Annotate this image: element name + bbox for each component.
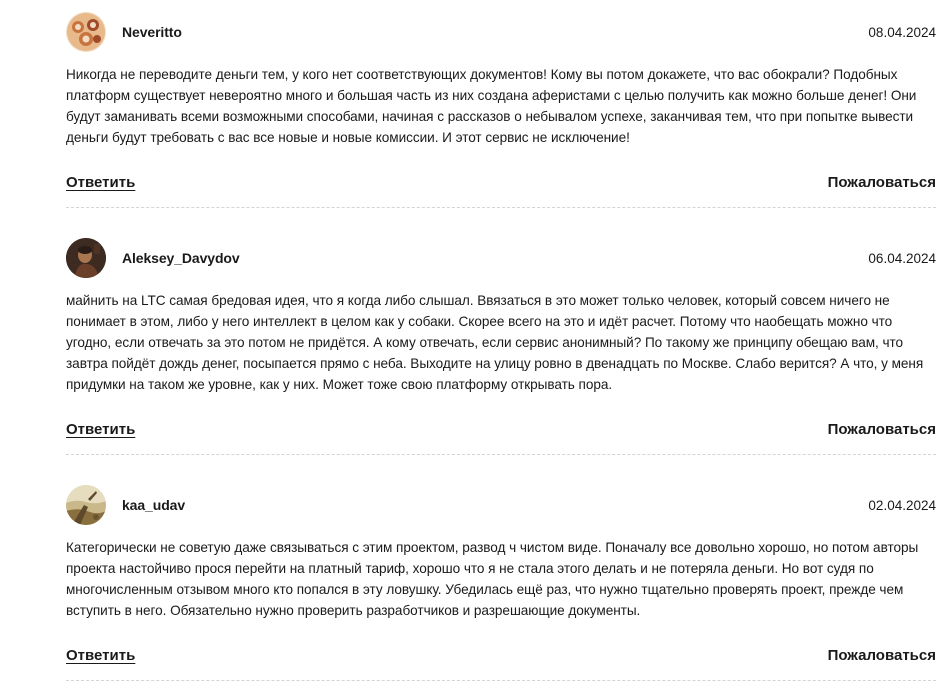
comment-actions: Ответить Пожаловаться [66,421,936,454]
comments-list: Neveritto 08.04.2024 Никогда не переводи… [66,12,936,681]
comment-author[interactable]: Neveritto [122,24,182,40]
avatar-image-icon [66,12,106,52]
comment-author[interactable]: Aleksey_Davydov [122,250,240,266]
comment-actions: Ответить Пожаловаться [66,174,936,207]
comment-date: 02.04.2024 [868,497,936,513]
reply-button[interactable]: Ответить [66,421,135,438]
comment-date: 08.04.2024 [868,24,936,40]
comment-text: майнить на LTC самая бредовая идея, что … [66,293,924,392]
avatar-image-icon [66,238,106,278]
comment-item: Neveritto 08.04.2024 Никогда не переводи… [66,12,936,208]
comment-item: Aleksey_Davydov 06.04.2024 майнить на LT… [66,238,936,455]
avatar[interactable] [66,238,106,278]
report-button[interactable]: Пожаловаться [828,174,936,191]
report-button[interactable]: Пожаловаться [828,421,936,438]
comment-actions: Ответить Пожаловаться [66,647,936,680]
reply-button[interactable]: Ответить [66,174,135,191]
comment-header: Neveritto 08.04.2024 [66,12,936,52]
comment-text: Категорически не советую даже связыватьс… [66,540,919,618]
avatar[interactable] [66,485,106,525]
comment-author[interactable]: kaa_udav [122,497,185,513]
comment-date: 06.04.2024 [868,250,936,266]
avatar-image-icon [66,485,106,525]
avatar[interactable] [66,12,106,52]
comment-header: Aleksey_Davydov 06.04.2024 [66,238,936,278]
reply-button[interactable]: Ответить [66,647,135,664]
comment-text: Никогда не переводите деньги тем, у кого… [66,67,917,145]
comment-item: kaa_udav 02.04.2024 Категорически не сов… [66,485,936,681]
report-button[interactable]: Пожаловаться [828,647,936,664]
comment-header: kaa_udav 02.04.2024 [66,485,936,525]
